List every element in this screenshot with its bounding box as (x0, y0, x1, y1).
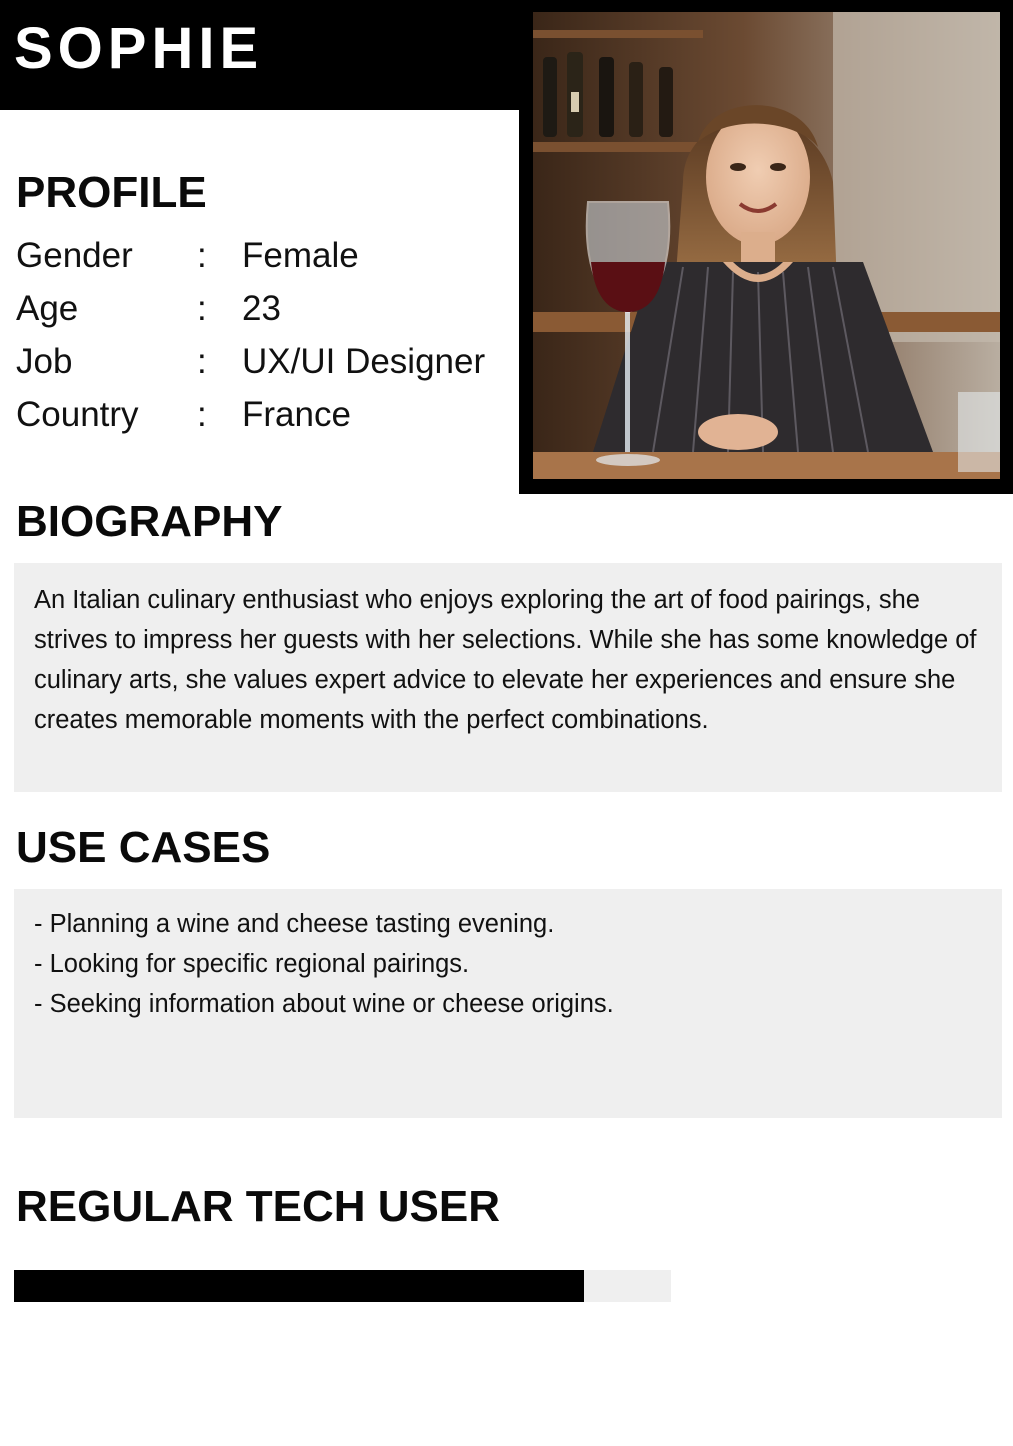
profile-label: Gender (16, 236, 133, 275)
profile-separator: : (197, 289, 207, 328)
portrait-photo (533, 12, 1000, 479)
profile-value: Female (242, 236, 359, 275)
profile-value: 23 (242, 289, 281, 328)
use-cases-title: USE CASES (16, 823, 271, 872)
use-case-item: - Looking for specific regional pairings… (34, 950, 470, 978)
profile-value: UX/UI Designer (242, 342, 486, 381)
profile-label: Age (16, 289, 79, 328)
profile-label: Job (16, 342, 73, 381)
use-cases-list: - Planning a wine and cheese tasting eve… (34, 904, 614, 1024)
profile-value: France (242, 395, 351, 434)
tech-level-fill (14, 1270, 585, 1302)
tech-level-bar (14, 1270, 671, 1302)
profile-title: PROFILE (16, 168, 207, 217)
tech-title: REGULAR TECH USER (16, 1182, 501, 1231)
biography-text: An Italian culinary enthusiast who enjoy… (34, 586, 977, 734)
persona-name: SOPHIE (14, 16, 264, 81)
profile-separator: : (197, 236, 207, 275)
profile-label: Country (16, 395, 139, 434)
profile-separator: : (197, 395, 207, 434)
name-banner: SOPHIE (0, 0, 520, 110)
use-case-item: - Seeking information about wine or chee… (34, 990, 614, 1018)
profile-separator: : (197, 342, 207, 381)
use-cases-box: - Planning a wine and cheese tasting eve… (14, 889, 1002, 1118)
biography-box: An Italian culinary enthusiast who enjoy… (14, 563, 1002, 792)
portrait-frame (519, 0, 1013, 494)
use-case-item: - Planning a wine and cheese tasting eve… (34, 910, 555, 938)
biography-title: BIOGRAPHY (16, 497, 283, 546)
